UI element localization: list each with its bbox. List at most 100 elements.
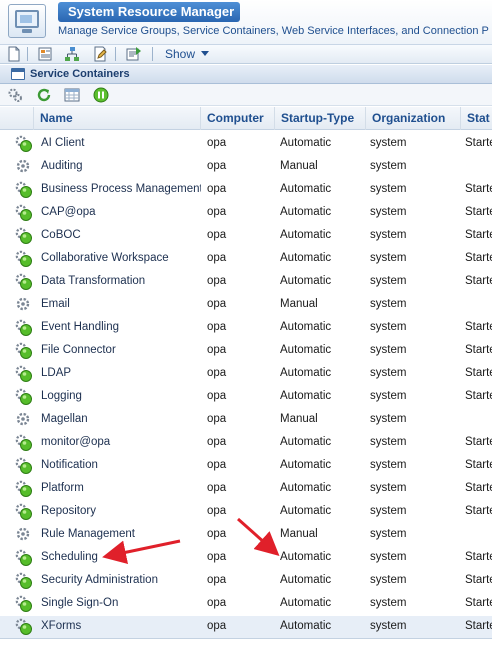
status-cell: Starte xyxy=(465,275,492,287)
new-document-icon[interactable] xyxy=(6,46,22,62)
table-row[interactable]: monitor@opa opa Automatic system Starte xyxy=(0,432,492,455)
pause-icon[interactable] xyxy=(93,87,109,103)
startup-type-cell: Automatic xyxy=(280,275,332,287)
status-cell: Starte xyxy=(465,321,492,333)
grid-view-icon[interactable] xyxy=(64,87,80,103)
status-cell: Starte xyxy=(465,390,492,402)
status-cell: Starte xyxy=(465,574,492,586)
status-cell: Starte xyxy=(465,137,492,149)
organization-cell: system xyxy=(370,367,407,379)
system-resource-manager-logo-icon xyxy=(8,4,46,38)
name-cell: LDAP xyxy=(41,367,72,379)
name-cell: Scheduling xyxy=(41,551,98,563)
table-row[interactable]: Event Handling opa Automatic system Starte xyxy=(0,317,492,340)
computer-cell: opa xyxy=(207,252,227,264)
table-row[interactable]: AI Client opa Automatic system Starte xyxy=(0,133,492,156)
service-running-gear-icon xyxy=(14,571,34,591)
table-row[interactable]: Platform opa Automatic system Starte xyxy=(0,478,492,501)
window-icon xyxy=(11,68,25,80)
name-cell: Repository xyxy=(41,505,96,517)
startup-type-cell: Automatic xyxy=(280,229,332,241)
service-running-gear-icon xyxy=(14,594,34,614)
column-header-computer[interactable]: Computer xyxy=(201,107,275,130)
table-row[interactable]: CAP@opa opa Automatic system Starte xyxy=(0,202,492,225)
hierarchy-icon[interactable] xyxy=(64,46,80,62)
organization-cell: system xyxy=(370,436,407,448)
name-cell: Notification xyxy=(41,459,98,471)
service-running-gear-icon xyxy=(14,502,34,522)
table-row[interactable]: Single Sign-On opa Automatic system Starte xyxy=(0,593,492,616)
organization-cell: system xyxy=(370,321,407,333)
table-row[interactable]: XForms opa Automatic system Starte xyxy=(0,616,492,639)
table-row[interactable]: Logging opa Automatic system Starte xyxy=(0,386,492,409)
table-row[interactable]: Magellan opa Manual system xyxy=(0,409,492,432)
show-menu-label: Show xyxy=(165,47,196,61)
name-cell: Security Administration xyxy=(41,574,158,586)
status-cell: Starte xyxy=(465,620,492,632)
panel-action-bar xyxy=(0,84,492,106)
name-cell: XForms xyxy=(41,620,82,632)
computer-cell: opa xyxy=(207,505,227,517)
computer-cell: opa xyxy=(207,597,227,609)
computer-cell: opa xyxy=(207,183,227,195)
icon-column-header xyxy=(0,107,34,130)
column-header-startup-type[interactable]: Startup-Type xyxy=(275,107,366,130)
computer-cell: opa xyxy=(207,528,227,540)
service-running-gear-icon xyxy=(14,203,34,223)
table-row[interactable]: Business Process Management opa Automatic s… xyxy=(0,179,492,202)
startup-type-cell: Automatic xyxy=(280,620,332,632)
table-row[interactable]: LDAP opa Automatic system Starte xyxy=(0,363,492,386)
table-row[interactable]: Rule Management opa Manual system xyxy=(0,524,492,547)
service-running-gear-icon xyxy=(14,134,34,154)
service-running-gear-icon xyxy=(14,548,34,568)
startup-type-cell: Automatic xyxy=(280,183,332,195)
status-cell: Starte xyxy=(465,344,492,356)
export-icon[interactable] xyxy=(126,46,142,62)
name-cell: Collaborative Workspace xyxy=(41,252,169,264)
status-cell: Starte xyxy=(465,183,492,195)
organization-cell: system xyxy=(370,275,407,287)
computer-cell: opa xyxy=(207,137,227,149)
startup-type-cell: Automatic xyxy=(280,574,332,586)
app-header: System Resource Manager Manage Service G… xyxy=(0,0,492,44)
startup-type-cell: Automatic xyxy=(280,367,332,379)
status-cell: Starte xyxy=(465,206,492,218)
table-row[interactable]: Notification opa Automatic system Starte xyxy=(0,455,492,478)
name-cell: Event Handling xyxy=(41,321,119,333)
column-header-name[interactable]: Name xyxy=(34,107,201,130)
refresh-icon[interactable] xyxy=(36,87,52,103)
service-running-gear-icon xyxy=(14,180,34,200)
status-cell: Starte xyxy=(465,551,492,563)
name-cell: Business Process Management xyxy=(41,183,201,195)
startup-type-cell: Automatic xyxy=(280,206,332,218)
service-running-gear-icon xyxy=(14,364,34,384)
name-cell: Data Transformation xyxy=(41,275,146,287)
computer-cell: opa xyxy=(207,390,227,402)
table-row[interactable]: Repository opa Automatic system Starte xyxy=(0,501,492,524)
service-running-gear-icon xyxy=(14,318,34,338)
show-menu-button[interactable]: Show xyxy=(165,47,210,63)
name-cell: CAP@opa xyxy=(41,206,96,218)
service-running-gear-icon xyxy=(14,226,34,246)
service-running-gear-icon xyxy=(14,479,34,499)
gears-icon[interactable] xyxy=(7,87,23,103)
table-header: Name Computer Startup-Type Organization … xyxy=(0,107,492,130)
computer-cell: opa xyxy=(207,482,227,494)
properties-icon[interactable] xyxy=(37,46,53,62)
edit-document-icon[interactable] xyxy=(92,46,108,62)
toolbar-divider xyxy=(152,47,153,61)
name-cell: File Connector xyxy=(41,344,116,356)
table-row[interactable]: Scheduling opa Automatic system Starte xyxy=(0,547,492,570)
name-cell: Magellan xyxy=(41,413,88,425)
column-header-organization[interactable]: Organization xyxy=(366,107,461,130)
table-row[interactable]: Data Transformation opa Automatic system Sta… xyxy=(0,271,492,294)
table-row[interactable]: Auditing opa Manual system xyxy=(0,156,492,179)
startup-type-cell: Manual xyxy=(280,413,318,425)
table-row[interactable]: File Connector opa Automatic system Starte xyxy=(0,340,492,363)
column-header-status[interactable]: Stat xyxy=(461,107,492,130)
table-row[interactable]: Email opa Manual system xyxy=(0,294,492,317)
table-row[interactable]: CoBOC opa Automatic system Starte xyxy=(0,225,492,248)
table-row[interactable]: Security Administration opa Automatic syste… xyxy=(0,570,492,593)
name-cell: Auditing xyxy=(41,160,83,172)
table-row[interactable]: Collaborative Workspace opa Automatic syste… xyxy=(0,248,492,271)
